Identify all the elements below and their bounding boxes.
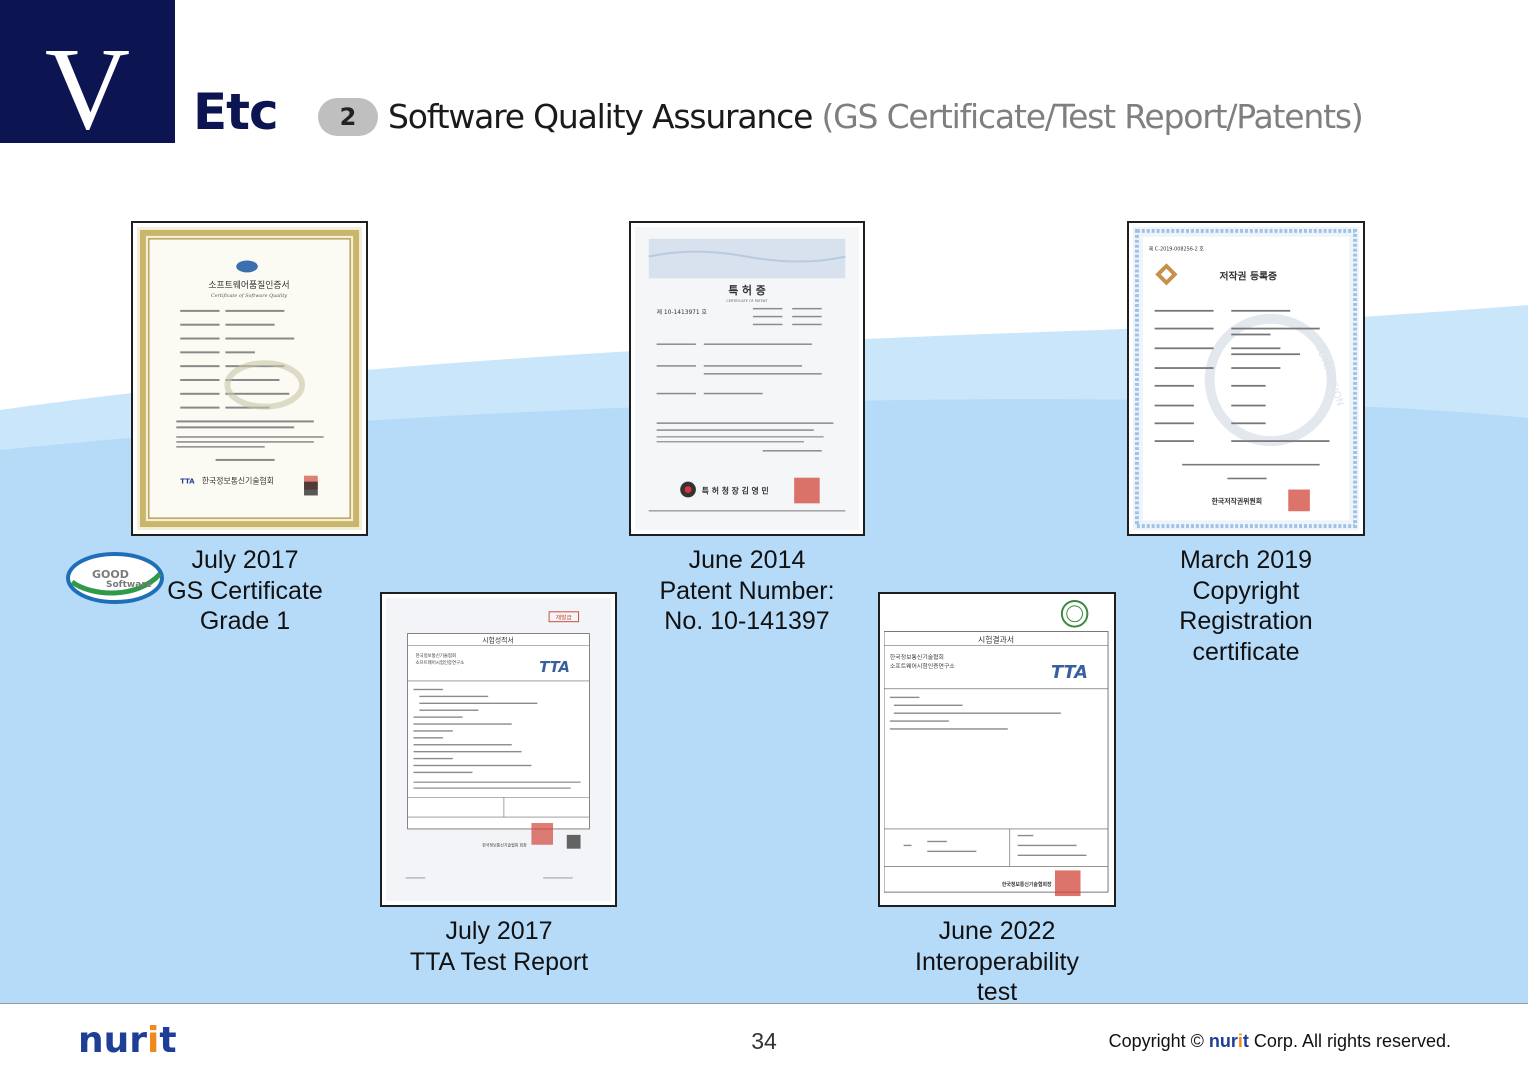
- subsection-title: Software Quality Assurance (GS Certifica…: [388, 96, 1364, 138]
- patent-doc-issuer: 특 허 청 장 김 영 민: [702, 485, 769, 495]
- caption-line: TTA Test Report: [409, 947, 589, 976]
- copyright-certificate-image: 제 C-2019-008256-2 호 저작권 등록증 COMMISSION 한…: [1127, 221, 1365, 536]
- tta-report-org-line2: 소프트웨어시험인증연구소: [415, 659, 464, 666]
- logo-text: nur: [78, 1020, 148, 1061]
- caption-line: June 2014: [688, 546, 806, 574]
- patent-certificate-caption: June 2014 Patent Number: No. 10-141397: [640, 545, 854, 637]
- caption-line: certificate: [1192, 637, 1300, 666]
- gs-certificate-image: 소프트웨어품질인증서 Certificate of Software Quali…: [131, 221, 368, 536]
- tta-report-issuer: 한국정보통신기술협회 회장: [482, 843, 527, 848]
- tta-test-report-image: 재발급 시험성적서 한국정보통신기술협회 소프트웨어시험인증연구소 TTA 한국…: [380, 592, 617, 907]
- copyright-brand: nurit: [1209, 1031, 1249, 1051]
- caption-line: Registration: [1179, 607, 1313, 635]
- caption-line: Interoperability: [915, 947, 1079, 976]
- patent-doc-title: 특 허 증: [728, 283, 765, 297]
- section-title: Etc: [193, 83, 279, 141]
- patent-doc-subtitle: CERTIFICATE OF PATENT: [726, 299, 768, 303]
- nurit-logo: nurit: [78, 1020, 177, 1062]
- interop-issuer: 한국정보통신기술협회장: [1002, 881, 1052, 888]
- page-number: 34: [751, 1028, 777, 1054]
- tta-report-stamp: 재발급: [556, 614, 573, 622]
- caption-line: Patent Number:: [659, 576, 835, 605]
- interoperability-test-caption: June 2022 Interoperability test: [892, 916, 1102, 1008]
- copyright-prefix: Copyright ©: [1108, 1031, 1209, 1051]
- copyright-doc-number: 제 C-2019-008256-2 호: [1149, 246, 1205, 253]
- subsection-title-main: Software Quality Assurance: [388, 97, 813, 136]
- tta-test-report-caption: July 2017 TTA Test Report: [394, 916, 604, 977]
- gs-certificate-caption: July 2017 GS Certificate Grade 1: [150, 545, 340, 637]
- interop-org-line2: 소프트웨어시험인증연구소: [890, 662, 955, 670]
- good-software-logo-subtext: Software: [106, 580, 152, 590]
- copyright-brand-text: nur: [1208, 1031, 1238, 1051]
- gs-doc-subtitle: Certificate of Software Quality: [211, 293, 287, 299]
- tta-report-org-line1: 한국정보통신기술협회: [415, 652, 456, 659]
- tta-report-title: 시험성적서: [482, 635, 514, 644]
- gs-doc-issuer-short: TTA: [180, 478, 195, 486]
- gs-doc-issuer: 한국정보통신기술협회: [202, 476, 274, 486]
- caption-line: GS Certificate: [167, 576, 323, 605]
- copyright-doc-issuer: 한국저작권위원회: [1212, 496, 1262, 505]
- caption-line: No. 10-141397: [664, 607, 830, 635]
- tta-report-logo: TTA: [539, 659, 570, 676]
- footer-divider: [0, 1003, 1528, 1004]
- interoperability-test-image: 시험결과서 한국정보통신기술협회 소프트웨어시험인증연구소 TTA 한국정보통신…: [878, 592, 1116, 907]
- copyright-doc-title: 저작권 등록증: [1219, 269, 1277, 282]
- caption-line: July 2017: [191, 546, 299, 574]
- patent-certificate-image: 특 허 증 CERTIFICATE OF PATENT 제 10-1413971…: [629, 221, 865, 536]
- gs-doc-title: 소프트웨어품질인증서: [208, 279, 289, 291]
- interop-logo: TTA: [1051, 663, 1088, 683]
- interop-title: 시험결과서: [978, 634, 1014, 644]
- caption-line: Copyright: [1192, 576, 1300, 605]
- copyright-suffix: Corp. All rights reserved.: [1248, 1031, 1451, 1051]
- caption-line: Grade 1: [199, 607, 291, 635]
- subsection-number-badge: 2: [318, 98, 378, 136]
- chapter-numeral: V: [44, 23, 131, 154]
- good-software-logo: GOOD Software: [66, 552, 164, 604]
- caption-line: March 2019: [1179, 546, 1313, 574]
- copyright-notice: Copyright © nurit Corp. All rights reser…: [1109, 1029, 1451, 1053]
- logo-accent: i: [147, 1020, 160, 1061]
- copyright-certificate-caption: March 2019 Copyright Registration certif…: [1150, 545, 1342, 667]
- logo-text-end: t: [159, 1020, 177, 1061]
- caption-line: June 2022: [938, 917, 1056, 945]
- chapter-badge: V: [0, 0, 175, 148]
- interop-org-line1: 한국정보통신기술협회: [890, 653, 944, 661]
- caption-line: July 2017: [445, 917, 553, 945]
- patent-doc-number: 제 10-1413971 호: [657, 308, 708, 316]
- subsection-title-paren: (GS Certificate/Test Report/Patents): [821, 97, 1364, 136]
